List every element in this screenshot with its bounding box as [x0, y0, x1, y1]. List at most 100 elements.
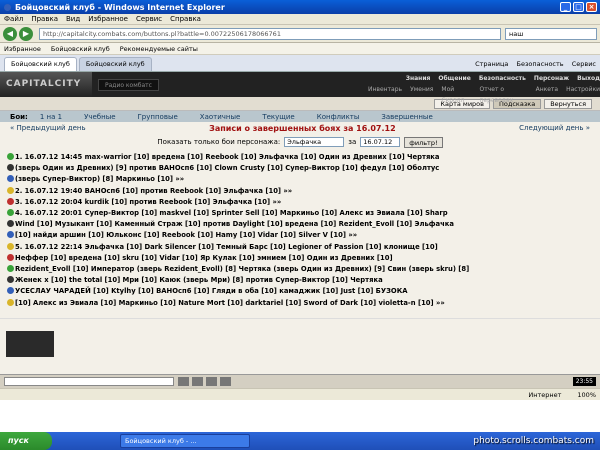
menu-character[interactable]: Персонаж	[534, 73, 569, 84]
battle-types: Бои: 1 на 1 Учебные Групповые Хаотичные …	[0, 111, 600, 122]
filter-button[interactable]: фильтр!	[404, 136, 443, 148]
tab-conflicts[interactable]: Конфликты	[317, 113, 360, 121]
game-chat-tray: 23:55	[0, 374, 600, 388]
log-line[interactable]: [10] Алекс из Эвиала [10] Маркиньо [10] …	[6, 298, 594, 309]
log-line[interactable]: УСЕСЛАУ ЧАРАДЕЙ [10] Ktylhy [10] ВАНОсп6…	[6, 286, 594, 297]
page-title: Записи о завершенных боях за 16.07.12	[209, 123, 396, 133]
menu-transfers[interactable]: Отчет о переводах	[479, 84, 527, 106]
menu-communication[interactable]: Общение	[438, 73, 470, 84]
menu-tools[interactable]: Сервис	[136, 15, 162, 23]
site-counter	[6, 331, 54, 357]
battle-log: 1. 16.07.12 14:45 max-warrior [10] вреде…	[0, 150, 600, 318]
log-line[interactable]: Rezident_Evoll [10] Император (зверь Rez…	[6, 264, 594, 275]
tab-finished[interactable]: Завершенные	[381, 113, 432, 121]
character-input[interactable]	[284, 137, 345, 147]
log-line[interactable]: 1. 16.07.12 14:45 max-warrior [10] вреде…	[6, 152, 594, 163]
tray-button[interactable]	[220, 377, 231, 386]
tab-current[interactable]: Текущие	[262, 113, 294, 121]
menu-bar: Файл Правка Вид Избранное Сервис Справка	[0, 14, 600, 25]
prev-day-link[interactable]: « Предыдущий день	[10, 124, 86, 132]
window-title: Бойцовский клуб - Windows Internet Explo…	[15, 2, 225, 12]
close-button[interactable]: ×	[586, 2, 597, 12]
log-line[interactable]: (зверь Супер-Виктор) [8] Маркиньо [10] »…	[6, 174, 594, 185]
taskbar: пуск Бойцовский клуб - ... photo.scrolls…	[0, 432, 600, 450]
forward-icon[interactable]: ▶	[19, 26, 33, 41]
security-zone: Интернет	[528, 390, 562, 399]
menu-file[interactable]: Файл	[4, 15, 23, 23]
maximize-button[interactable]: □	[573, 2, 584, 12]
tools-menu[interactable]: Сервис	[572, 60, 596, 68]
next-day-link[interactable]: Следующий день »	[519, 124, 590, 132]
alignment-icon	[7, 186, 14, 194]
fav-link-club[interactable]: Бойцовский клуб	[51, 45, 110, 53]
menu-exit[interactable]: Выход	[577, 73, 600, 84]
tab-chaotic[interactable]: Хаотичные	[200, 113, 241, 121]
minimize-button[interactable]: _	[560, 2, 571, 12]
menu-favorites[interactable]: Избранное	[88, 15, 128, 23]
page-footer	[0, 318, 600, 374]
search-input[interactable]: наш	[505, 27, 597, 40]
log-line[interactable]: [10] найди аршин [10] Юльконс [10] Reebo…	[6, 230, 594, 241]
menu-view[interactable]: Вид	[66, 15, 80, 23]
tab-club-2[interactable]: Бойцовский клуб	[78, 57, 152, 71]
tab-training[interactable]: Учебные	[84, 113, 115, 121]
for-label: за	[348, 138, 357, 146]
alignment-icon	[7, 287, 14, 295]
game-menu: Знания Общение Безопасность Персонаж Вых…	[360, 73, 600, 106]
browser-window: Бойцовский клуб - Windows Internet Explo…	[0, 0, 600, 432]
alignment-icon	[7, 164, 14, 172]
filter-label: Показать только бои персонажа:	[157, 138, 281, 146]
log-line[interactable]: Женек х [10] the total [10] Мри [10] Каю…	[6, 275, 594, 286]
chat-input[interactable]	[4, 377, 174, 386]
tab-club-1[interactable]: Бойцовский клуб	[4, 57, 77, 71]
tray-button[interactable]	[192, 377, 203, 386]
date-input[interactable]	[360, 137, 401, 147]
game-clock: 23:55	[572, 377, 596, 386]
menu-inventory[interactable]: Инвентарь	[368, 84, 402, 106]
alignment-icon	[7, 253, 14, 261]
watermark: photo.scrolls.combats.com	[473, 436, 594, 446]
alignment-icon	[7, 153, 14, 160]
alignment-icon	[7, 209, 14, 217]
capitalcity-logo: CAPITALCITY	[0, 72, 92, 97]
log-line[interactable]: 4. 16.07.12 20:01 Супер-Виктор [10] mask…	[6, 208, 594, 219]
url-input[interactable]: http://capitalcity.combats.com/buttons.p…	[39, 27, 501, 40]
menu-settings[interactable]: Настройки	[566, 84, 600, 106]
favorites-button[interactable]: Избранное	[4, 45, 41, 53]
menu-knowledge[interactable]: Знания	[406, 73, 431, 84]
alignment-icon	[7, 175, 14, 183]
menu-security[interactable]: Безопасность	[479, 73, 526, 84]
zoom-level[interactable]: 100%	[577, 391, 596, 399]
log-line[interactable]: 2. 16.07.12 19:40 ВАНОсп6 [10] против Re…	[6, 186, 594, 197]
menu-help[interactable]: Справка	[170, 15, 201, 23]
menu-profile[interactable]: Анкета	[536, 84, 559, 106]
log-line[interactable]: Неффер [10] вредена [10] skru [10] Vidar…	[6, 253, 594, 264]
favorites-bar: Избранное Бойцовский клуб Рекомендуемые …	[0, 43, 600, 55]
tray-button[interactable]	[206, 377, 217, 386]
taskbar-item[interactable]: Бойцовский клуб - ...	[120, 434, 250, 448]
fav-link-recommended[interactable]: Рекомендуемые сайты	[120, 45, 198, 53]
tab-group[interactable]: Групповые	[138, 113, 178, 121]
battles-label: Бои:	[10, 112, 28, 121]
command-bar: Страница Безопасность Сервис	[469, 57, 596, 71]
page-menu[interactable]: Страница	[475, 60, 508, 68]
alignment-icon	[7, 276, 14, 284]
menu-edit[interactable]: Правка	[31, 15, 58, 23]
menu-skills[interactable]: Умения	[410, 84, 433, 106]
tab-1v1[interactable]: 1 на 1	[40, 113, 62, 121]
log-line[interactable]: 5. 16.07.12 22:14 Эльфачка [10] Dark Sil…	[6, 242, 594, 253]
safety-menu[interactable]: Безопасность	[517, 60, 564, 68]
radio-player[interactable]: Радио комбатс	[98, 78, 159, 91]
game-header: CAPITALCITY Радио комбатс Знания Общение…	[0, 72, 600, 104]
menu-scroll[interactable]: Мой Скролл	[441, 84, 471, 106]
log-line[interactable]: (зверь Один из Древних) [9] против ВАНОс…	[6, 163, 594, 174]
tray-button[interactable]	[178, 377, 189, 386]
tab-bar: Бойцовский клуб Бойцовский клуб Страница…	[0, 55, 600, 72]
title-bar: Бойцовский клуб - Windows Internet Explo…	[0, 0, 600, 14]
log-line[interactable]: 3. 16.07.12 20:04 kurdik [10] против Ree…	[6, 197, 594, 208]
alignment-icon	[7, 265, 14, 273]
start-button[interactable]: пуск	[0, 432, 52, 450]
alignment-icon	[7, 242, 14, 250]
log-line[interactable]: Wind [10] Музыкант [10] Каменный Страж […	[6, 219, 594, 230]
back-icon[interactable]: ◀	[3, 26, 17, 41]
